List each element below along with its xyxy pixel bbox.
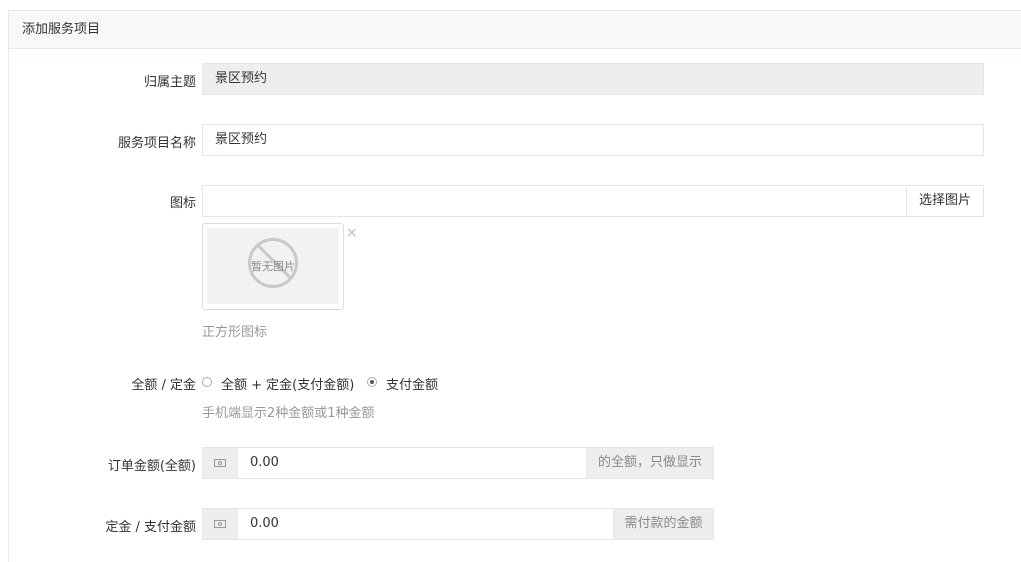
money-icon [214, 458, 226, 467]
panel-title: 添加服务项目 [9, 11, 1021, 49]
radio-pay-amount[interactable] [367, 377, 377, 387]
no-image-placeholder: 暂无图片 [207, 228, 339, 304]
service-name-label: 服务项目名称 [117, 136, 196, 151]
deposit-amount-prefix [202, 508, 238, 540]
icon-label: 图标 [169, 196, 196, 211]
icon-path-input[interactable] [202, 185, 908, 217]
deposit-amount-label: 定金 / 支付金额 [105, 520, 196, 535]
order-amount-label: 订单金额(全额) [107, 459, 196, 474]
amount-type-help: 手机端显示2种金额或1种金额 [202, 406, 375, 421]
order-amount-prefix [202, 447, 238, 479]
remove-image-icon[interactable]: × [346, 226, 358, 240]
theme-label: 归属主题 [143, 75, 196, 90]
icon-thumbnail[interactable]: 暂无图片 [202, 223, 344, 310]
radio-full-deposit-label[interactable]: 全额 + 定金(支付金额) [221, 374, 354, 393]
no-image-text: 暂无图片 [251, 260, 295, 273]
deposit-amount-suffix: 需付款的金额 [613, 508, 714, 540]
icon-help-text: 正方形图标 [202, 325, 268, 340]
choose-image-button[interactable]: 选择图片 [906, 185, 984, 217]
order-amount-input[interactable]: 0.00 [237, 447, 587, 479]
service-name-input[interactable]: 景区预约 [202, 124, 984, 156]
theme-field: 景区预约 [202, 63, 984, 95]
radio-full-deposit[interactable] [202, 377, 212, 387]
deposit-amount-input[interactable]: 0.00 [237, 508, 614, 540]
amount-type-label: 全额 / 定金 [131, 378, 196, 393]
order-amount-suffix: 的全额，只做显示 [586, 447, 714, 479]
money-icon [214, 519, 226, 528]
radio-pay-amount-label[interactable]: 支付金额 [386, 374, 438, 393]
